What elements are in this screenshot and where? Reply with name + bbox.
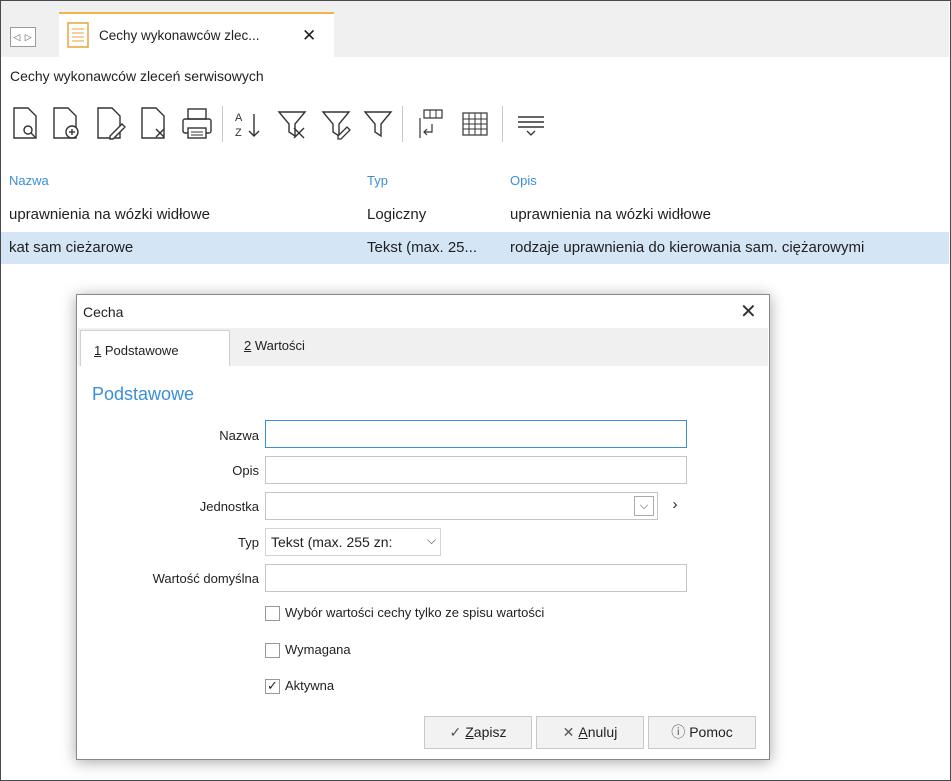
typ-select-value: Tekst (max. 255 zn: (271, 534, 393, 550)
columns-icon[interactable] (414, 104, 448, 144)
checkbox-wybor-wartosci-label: Wybór wartości cechy tylko ze spisu wart… (285, 605, 545, 620)
tab-podstawowe[interactable]: 1 Podstawowe (80, 330, 230, 366)
tab-strip: ◁ ▷ Cechy wykonawców zlec... ✕ (1, 1, 949, 58)
tab-title: Cechy wykonawców zlec... (99, 28, 260, 43)
checkbox-aktywna-label: Aktywna (285, 678, 335, 693)
cell-opis: uprawnienia na wózki widłowe (510, 206, 711, 223)
help-label: Pomoc (689, 724, 733, 740)
cell-nazwa: kat sam cieżarowe (9, 239, 134, 256)
edit-icon[interactable] (94, 104, 128, 144)
opis-label: Opis (232, 463, 259, 478)
cell-nazwa: uprawnienia na wózki widłowe (9, 206, 210, 223)
filter-edit-icon[interactable] (320, 104, 354, 144)
checkbox-wymagana-label: Wymagana (285, 642, 351, 657)
toolbar-separator (222, 106, 223, 142)
save-mnemonic: Z (465, 724, 474, 740)
grid-icon[interactable] (458, 104, 492, 144)
wartosc-domyslna-input[interactable] (265, 564, 687, 592)
save-button[interactable]: ✓ Zapisz (424, 716, 532, 749)
sort-az-icon[interactable]: AZ (232, 104, 266, 144)
section-title: Podstawowe (92, 384, 195, 404)
column-header-opis[interactable]: Opis (510, 173, 537, 188)
column-header-typ[interactable]: Typ (367, 173, 388, 188)
cancel-mnemonic: A (578, 724, 588, 740)
jednostka-select[interactable] (265, 492, 658, 520)
cecha-dialog: Cecha ✕ 1 Podstawowe 2 Wartości Podstawo… (76, 294, 770, 760)
help-button[interactable]: ⓘ Pomoc (648, 716, 756, 749)
tab-podstawowe-label: Podstawowe (101, 343, 179, 358)
table-row[interactable]: uprawnienia na wózki widłowe Logiczny up… (1, 199, 949, 231)
help-icon: ⓘ (671, 724, 686, 740)
svg-text:Z: Z (235, 127, 242, 139)
delete-icon[interactable] (138, 104, 172, 144)
tab-wartosci[interactable]: 2 Wartości (244, 328, 305, 366)
checkbox-wymagana[interactable] (265, 643, 280, 658)
dialog-title: Cecha (83, 304, 124, 320)
check-icon: ✓ (449, 724, 462, 740)
dialog-close-icon[interactable]: ✕ (740, 299, 757, 324)
nazwa-label: Nazwa (219, 428, 259, 443)
add-icon[interactable] (50, 104, 84, 144)
close-icon: ✕ (562, 724, 575, 740)
typ-label: Typ (238, 535, 259, 550)
filter-clear-icon[interactable] (276, 104, 310, 144)
cell-typ: Logiczny (367, 206, 427, 223)
wartosc-label: Wartość domyślna (152, 571, 259, 586)
cell-opis: rodzaje uprawnienia do kierowania sam. c… (510, 239, 865, 256)
page-title: Cechy wykonawców zleceń serwisowych (10, 68, 264, 84)
table-row-selected[interactable]: kat sam cieżarowe Tekst (max. 25... rodz… (1, 232, 949, 264)
column-header-nazwa[interactable]: Nazwa (9, 173, 49, 188)
toolbar-separator (402, 106, 403, 142)
cell-typ: Tekst (max. 25... (367, 239, 478, 256)
checkbox-aktywna[interactable]: ✓ (265, 679, 280, 694)
preview-icon[interactable] (10, 104, 44, 144)
tab-close-icon[interactable]: ✕ (302, 26, 316, 46)
save-label: apisz (473, 724, 507, 740)
dialog-tab-strip: 1 Podstawowe 2 Wartości (78, 328, 768, 366)
jednostka-label: Jednostka (199, 499, 259, 514)
checkbox-wybor-wartosci[interactable] (265, 606, 280, 621)
typ-select[interactable]: Tekst (max. 255 zn: (265, 528, 441, 556)
filter-icon[interactable] (362, 104, 396, 144)
document-list-icon (67, 22, 89, 48)
print-icon[interactable] (180, 104, 214, 144)
tab-document[interactable]: Cechy wykonawców zlec... ✕ (59, 12, 334, 58)
jednostka-more-button[interactable]: › (663, 492, 687, 520)
chevron-down-icon[interactable]: ⌵ (425, 533, 439, 548)
chevron-down-icon[interactable]: ⌵ (634, 496, 654, 516)
opis-input[interactable] (265, 456, 687, 484)
cancel-label: nuluj (587, 724, 618, 740)
svg-text:A: A (235, 112, 243, 124)
cancel-button[interactable]: ✕ Anuluj (536, 716, 644, 749)
toolbar-separator (502, 106, 503, 142)
filter-row-icon[interactable] (514, 104, 548, 144)
tab-nav-button[interactable]: ◁ ▷ (10, 27, 36, 47)
nazwa-input[interactable] (265, 420, 687, 448)
tab-wartosci-label: Wartości (251, 338, 305, 353)
